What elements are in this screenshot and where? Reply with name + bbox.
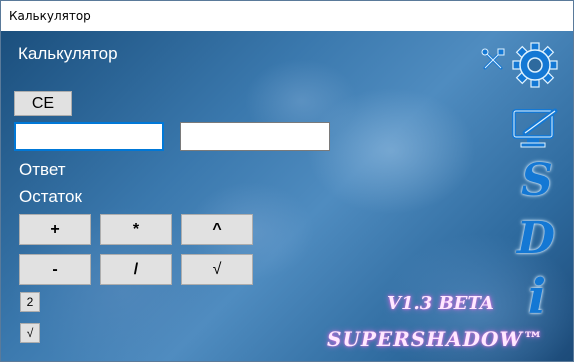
page-title: Калькулятор xyxy=(18,44,118,63)
plus-button[interactable]: + xyxy=(19,214,91,245)
tools-icon-graphic xyxy=(481,48,505,70)
calculator-window: Калькулятор Калькулятор CE Ответ Остаток… xyxy=(0,0,574,362)
second-number-input[interactable] xyxy=(180,122,330,151)
calculator-panel: Калькулятор CE Ответ Остаток + * ^ - / √… xyxy=(1,31,573,361)
first-number-input[interactable] xyxy=(14,122,164,151)
multiply-button[interactable]: * xyxy=(100,214,172,245)
answer-label: Ответ xyxy=(19,160,66,179)
divide-button[interactable]: / xyxy=(100,254,172,285)
monitor-pen-icon[interactable] xyxy=(511,107,561,149)
d-logo-icon[interactable]: D xyxy=(511,213,561,264)
brand-name: SUPERSHADOW™ xyxy=(327,327,544,351)
root-button[interactable]: √ xyxy=(20,323,40,343)
gear-icon-graphic xyxy=(512,42,558,88)
window-title: Калькулятор xyxy=(9,9,91,23)
s-logo-icon[interactable]: S xyxy=(513,155,561,206)
version-label: V1.3 BETA xyxy=(387,293,494,314)
clear-button[interactable]: CE xyxy=(14,91,72,116)
info-icon[interactable]: i xyxy=(517,269,557,325)
power-button[interactable]: ^ xyxy=(181,214,253,245)
gear-icon[interactable] xyxy=(511,41,559,89)
minus-button[interactable]: - xyxy=(19,254,91,285)
title-bar[interactable]: Калькулятор xyxy=(1,1,573,31)
monitor-pen-icon-graphic xyxy=(512,108,558,148)
tools-icon[interactable] xyxy=(480,47,506,73)
sqrt-button[interactable]: √ xyxy=(181,254,253,285)
square-button[interactable]: 2 xyxy=(20,292,40,312)
remainder-label: Остаток xyxy=(19,187,82,206)
